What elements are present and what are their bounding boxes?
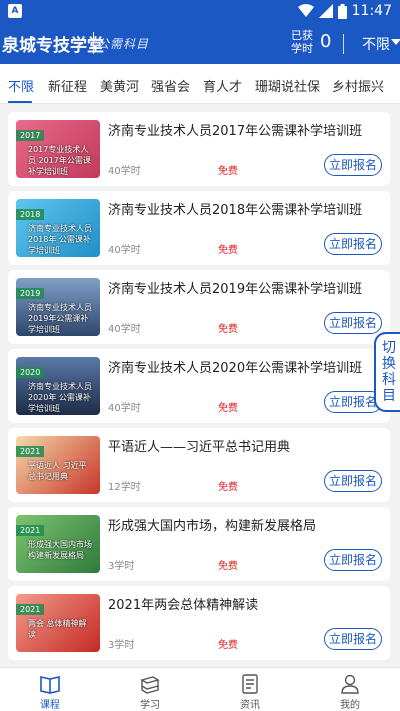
tab-rural-revitalization[interactable]: 乡村振兴 <box>332 76 384 95</box>
thumbnail-caption: 两会 总体精神解读 <box>28 619 87 639</box>
course-hours: 40学时 <box>108 166 141 177</box>
enroll-button[interactable]: 立即报名 <box>324 628 382 650</box>
course-thumbnail: 2021 两会 总体精神解读 <box>16 594 100 652</box>
course-title: 形成强大国内市场，构建新发展格局 <box>108 519 317 534</box>
enroll-button[interactable]: 立即报名 <box>324 312 382 334</box>
tab-all[interactable]: 不限 <box>8 76 34 95</box>
thumbnail-caption: 平语近人 习近平总书记用典 <box>28 461 87 481</box>
course-title: 济南专业技术人员2018年公需课补学培训班 <box>108 203 363 218</box>
books-stack-icon <box>140 676 160 694</box>
year-badge: 2021 <box>16 525 45 536</box>
course-hours: 40学时 <box>108 324 141 335</box>
course-card[interactable]: 2021 平语近人 习近平总书记用典 平语近人——习近平总书记用典 12学时 免… <box>8 428 390 502</box>
app-brand-title: 泉城专技学堂 <box>2 36 104 56</box>
course-card[interactable]: 2017 2017专业技术人员 2017年公需课补学培训班 济南专业技术人员20… <box>8 112 390 186</box>
year-badge: 2021 <box>16 604 45 615</box>
course-hours: 3学时 <box>108 561 135 572</box>
status-bar: A 11:47 <box>0 0 400 24</box>
year-badge: 2018 <box>16 209 45 220</box>
thumbnail-caption: 济南专业技术人员 2019年公需课补学培训班 <box>28 303 92 334</box>
app-header: 泉城专技学堂 公需科目 已获学时 0 不限 <box>0 24 400 64</box>
user-icon <box>341 674 359 694</box>
nav-label: 学习 <box>140 700 160 711</box>
course-price: 免费 <box>218 561 238 572</box>
nav-label: 我的 <box>340 700 360 711</box>
course-title: 2021年两会总体精神解读 <box>108 598 259 613</box>
course-title: 济南专业技术人员2020年公需课补学培训班 <box>108 361 363 376</box>
app-notification-icon: A <box>8 4 22 18</box>
enroll-button[interactable]: 立即报名 <box>324 233 382 255</box>
enroll-button[interactable]: 立即报名 <box>324 154 382 176</box>
thumbnail-caption: 济南专业技术人员2020年 公需课补学培训班 <box>28 382 92 413</box>
chevron-down-icon[interactable] <box>391 39 400 45</box>
year-badge: 2017 <box>16 130 45 141</box>
app-brand-subtitle: 公需科目 <box>97 37 150 51</box>
course-card[interactable]: 2020 济南专业技术人员2020年 公需课补学培训班 济南专业技术人员2020… <box>8 349 390 423</box>
course-thumbnail: 2021 形成强大国内市场 构建新发展格局 <box>16 515 100 573</box>
course-title: 平语近人——习近平总书记用典 <box>108 440 291 455</box>
course-card[interactable]: 2021 形成强大国内市场 构建新发展格局 形成强大国内市场，构建新发展格局 3… <box>8 507 390 581</box>
nav-news[interactable]: 资讯 <box>220 674 280 711</box>
nav-courses[interactable]: 课程 <box>20 674 80 711</box>
book-open-icon <box>40 676 60 694</box>
course-title: 济南专业技术人员2019年公需课补学培训班 <box>108 282 363 297</box>
course-hours: 12学时 <box>108 482 141 493</box>
course-thumbnail: 2018 济南专业技术人员 2018年 公需课补学培训班 <box>16 199 100 257</box>
signal-icon <box>318 4 333 18</box>
course-price: 免费 <box>218 324 238 335</box>
switch-subject-button[interactable]: 切换科目 <box>374 332 400 412</box>
thumbnail-caption: 形成强大国内市场 构建新发展格局 <box>28 540 92 560</box>
tab-strong-capital[interactable]: 强省会 <box>151 76 190 95</box>
wifi-icon <box>297 4 314 17</box>
enroll-button[interactable]: 立即报名 <box>324 549 382 571</box>
course-price: 免费 <box>218 640 238 651</box>
course-thumbnail: 2017 2017专业技术人员 2017年公需课补学培训班 <box>16 120 100 178</box>
earned-hours-label: 已获学时 <box>291 29 313 55</box>
news-document-icon <box>242 674 258 694</box>
enroll-button[interactable]: 立即报名 <box>324 470 382 492</box>
course-thumbnail: 2021 平语近人 习近平总书记用典 <box>16 436 100 494</box>
brand-divider <box>93 32 94 54</box>
course-hours: 3学时 <box>108 640 135 651</box>
course-hours: 40学时 <box>108 245 141 256</box>
tab-new-journey[interactable]: 新征程 <box>48 76 87 95</box>
nav-label: 资讯 <box>240 700 260 711</box>
course-card[interactable]: 2021 两会 总体精神解读 2021年两会总体精神解读 3学时 免费 立即报名 <box>8 586 390 660</box>
course-price: 免费 <box>218 482 238 493</box>
course-title: 济南专业技术人员2017年公需课补学培训班 <box>108 124 363 139</box>
tab-talent[interactable]: 育人才 <box>203 76 242 95</box>
year-badge: 2019 <box>16 288 45 299</box>
nav-study[interactable]: 学习 <box>120 674 180 711</box>
category-tabs: 不限 新征程 美黄河 强省会 育人才 珊瑚说社保 乡村振兴 <box>0 64 400 104</box>
earned-hours-value: 0 <box>320 31 332 52</box>
battery-icon <box>337 3 347 19</box>
tab-yellow-river[interactable]: 美黄河 <box>100 76 139 95</box>
course-card[interactable]: 2019 济南专业技术人员 2019年公需课补学培训班 济南专业技术人员2019… <box>8 270 390 344</box>
thumbnail-caption: 2017专业技术人员 2017年公需课补学培训班 <box>28 145 91 176</box>
course-card[interactable]: 2018 济南专业技术人员 2018年 公需课补学培训班 济南专业技术人员201… <box>8 191 390 265</box>
thumbnail-caption: 济南专业技术人员 2018年 公需课补学培训班 <box>28 224 92 255</box>
bottom-navigation: 课程 学习 资讯 我的 <box>0 667 400 711</box>
year-badge: 2020 <box>16 367 45 378</box>
course-hours: 40学时 <box>108 403 141 414</box>
tab-social-security[interactable]: 珊瑚说社保 <box>255 76 320 95</box>
year-badge: 2021 <box>16 446 45 457</box>
course-list[interactable]: 2017 2017专业技术人员 2017年公需课补学培训班 济南专业技术人员20… <box>0 104 400 667</box>
nav-profile[interactable]: 我的 <box>320 674 380 711</box>
category-dropdown[interactable]: 不限 <box>362 34 390 54</box>
header-divider <box>343 34 344 54</box>
clock: 11:47 <box>351 3 392 19</box>
course-price: 免费 <box>218 245 238 256</box>
course-thumbnail: 2019 济南专业技术人员 2019年公需课补学培训班 <box>16 278 100 336</box>
course-thumbnail: 2020 济南专业技术人员2020年 公需课补学培训班 <box>16 357 100 415</box>
course-price: 免费 <box>218 166 238 177</box>
nav-label: 课程 <box>40 700 60 711</box>
course-price: 免费 <box>218 403 238 414</box>
status-icons: 11:47 <box>297 3 392 19</box>
